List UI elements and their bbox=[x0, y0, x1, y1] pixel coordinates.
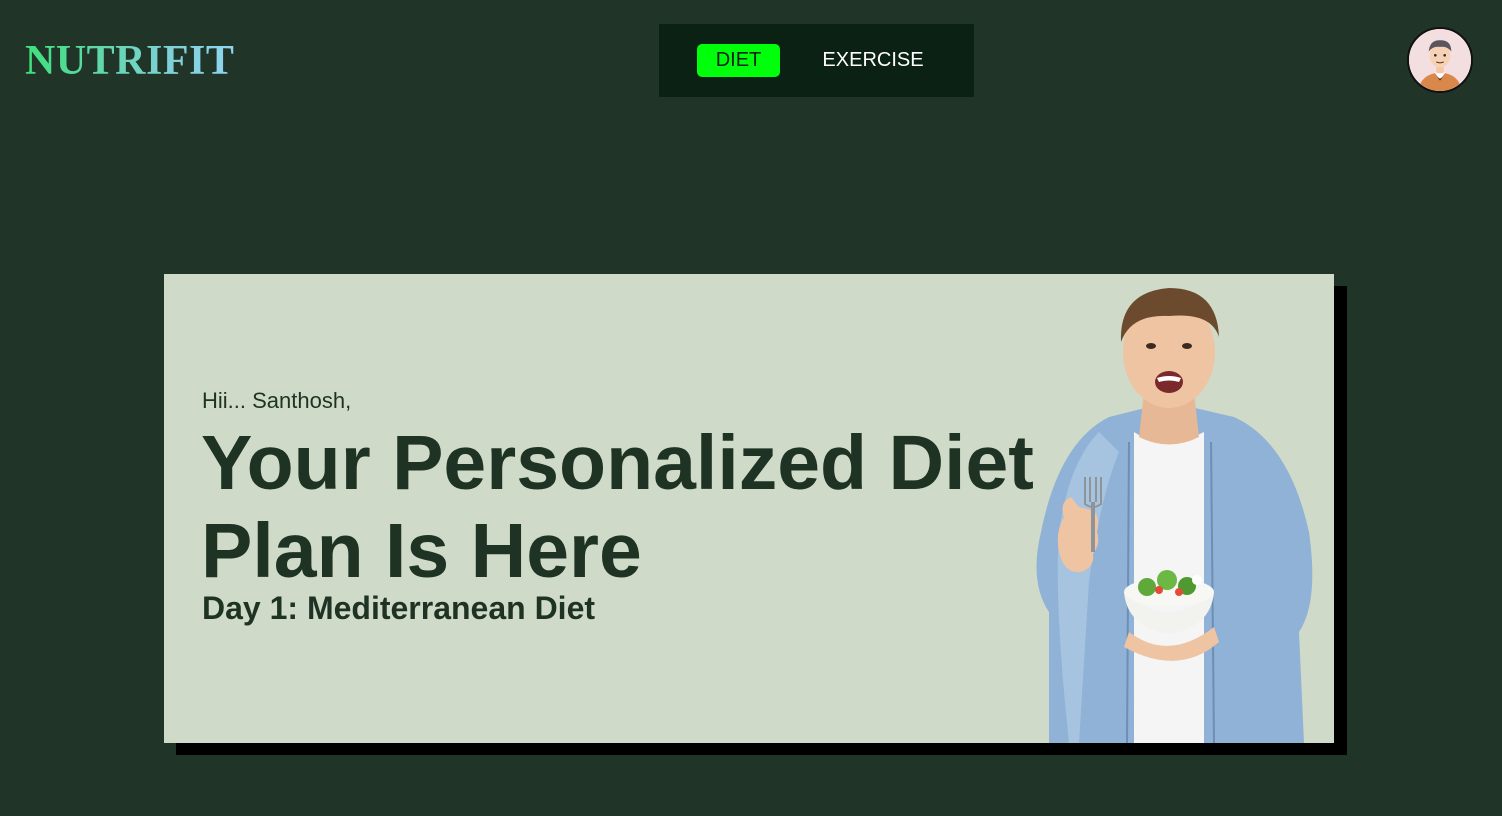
greeting-text: Hii... Santhosh, bbox=[202, 388, 352, 413]
plan-day-title: Day 1: Mediterranean Diet bbox=[202, 590, 596, 626]
diet-plan-card: Hii... Santhosh, Your Personalized Diet … bbox=[164, 274, 1334, 743]
user-avatar[interactable] bbox=[1407, 27, 1473, 93]
hero-image bbox=[1036, 288, 1313, 743]
tab-exercise[interactable]: EXERCISE bbox=[809, 44, 937, 77]
avatar-icon bbox=[1409, 29, 1471, 91]
app-logo[interactable]: NUTRIFIT bbox=[25, 38, 234, 84]
top-nav: DIET EXERCISE bbox=[659, 24, 974, 97]
tab-diet[interactable]: DIET bbox=[697, 44, 780, 77]
page-title: Your Personalized Diet Plan Is Here bbox=[201, 420, 1034, 594]
